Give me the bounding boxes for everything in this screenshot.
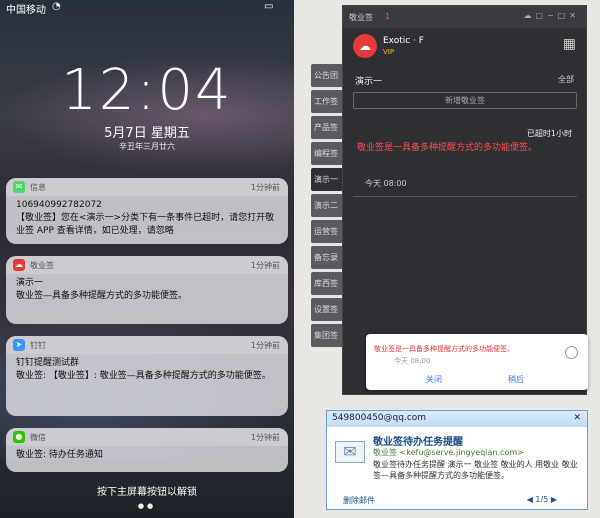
close-icon[interactable]: ✕ <box>573 413 581 423</box>
messages-icon: ✉ <box>13 181 25 193</box>
unlock-hint: 按下主屏幕按钮以解锁 <box>97 487 197 498</box>
username: Exotic · F <box>383 36 424 46</box>
phone-lockscreen: 中国移动 ◔ ▭ 12:04 5月7日 星期五 辛丑年三月廿六 ✉ 信息 1分钟前 … <box>0 0 294 518</box>
done-checkbox[interactable] <box>565 346 578 359</box>
calendar-icon[interactable]: ▦ <box>563 36 576 52</box>
sidebar-item[interactable]: 集团签 <box>311 324 343 347</box>
popup-time: 今天 08:00 <box>394 357 431 365</box>
dingtalk-icon: ➤ <box>13 339 25 351</box>
close-button[interactable]: 关闭 <box>426 374 442 385</box>
envelope-icon: ✉ <box>335 441 365 463</box>
lock-lunar-date: 辛丑年三月廿六 <box>119 142 175 151</box>
popup-text: 敬业签是一具备多种提醒方式的多功能便签。 <box>374 345 514 353</box>
category-title: 演示一 <box>355 77 383 87</box>
notification-title: 106940992782072 <box>16 200 102 210</box>
filter-dropdown[interactable]: 全部 <box>558 74 574 85</box>
sidebar-item[interactable]: 设置签 <box>311 298 343 321</box>
mail-notification: 549800450@qq.com ✕ ✉ 敬业签待办任务提醒 敬业签 <kefu@… <box>326 410 588 510</box>
wechat-icon: ● <box>13 431 25 443</box>
category-sidebar: 公告团 工作签 产品签 编程签 演示一 演示二 运营签 备忘录 库西签 设置签 … <box>311 64 343 347</box>
wifi-icon: ◔ <box>52 1 61 12</box>
new-note-button[interactable]: 新增敬业签 <box>353 92 577 109</box>
window-titlebar: 敬业签 1 ☁▢−□✕ <box>343 6 586 28</box>
sidebar-item[interactable]: 库西签 <box>311 272 343 295</box>
divider <box>353 196 577 197</box>
sidebar-item[interactable]: 编程签 <box>311 142 343 165</box>
notification-wechat[interactable]: ● 微信 1分钟前 敬业签: 待办任务通知 <box>6 428 288 472</box>
sidebar-item[interactable]: 工作签 <box>311 90 343 113</box>
notification-text: 敬业签: 待办任务通知 <box>16 450 103 460</box>
mail-account: 549800450@qq.com <box>332 413 427 423</box>
notification-title: 演示一 <box>16 278 44 288</box>
battery-icon: ▭ <box>264 1 274 12</box>
later-button[interactable]: 稍后 <box>508 374 524 385</box>
notification-text: 敬业签—具备多种提醒方式的多功能便签。 <box>16 291 188 301</box>
mail-body: 敬业签待办任务提醒 演示一 敬业签 敬业的人 用敬业 敬业签—具备多种提醒方式的… <box>373 460 578 480</box>
jingyeqian-icon: ☁ <box>13 259 25 271</box>
mail-pagination[interactable]: ◀ 1/5 ▶ <box>527 495 557 504</box>
notification-title: 钉钉提醒测试群 <box>16 358 80 368</box>
lock-clock: 12:04 <box>61 58 233 123</box>
window-controls[interactable]: ☁▢−□✕ <box>523 11 580 20</box>
sidebar-item[interactable]: 备忘录 <box>311 246 343 269</box>
sidebar-item[interactable]: 公告团 <box>311 64 343 87</box>
app-title: 敬业签 <box>349 13 373 22</box>
notification-messages[interactable]: ✉ 信息 1分钟前 106940992782072 【敬业签】您在<演示一>分类下有一… <box>6 178 288 244</box>
note-time: 今天 08:00 <box>365 179 407 188</box>
delete-mail-link[interactable]: 删除邮件 <box>343 495 375 506</box>
notification-text: 【敬业签】您在<演示一>分类下有一条事件已超时，请您打开敬业签 APP 查看详情… <box>16 213 275 236</box>
sidebar-item[interactable]: 产品签 <box>311 116 343 139</box>
carrier-label: 中国移动 <box>6 5 46 16</box>
sidebar-item-active[interactable]: 演示一 <box>311 168 343 191</box>
lock-date: 5月7日 星期五 <box>104 126 190 141</box>
note-text[interactable]: 敬业签是一具备多种提醒方式的多功能便签。 <box>357 142 567 155</box>
sidebar-item[interactable]: 运营签 <box>311 220 343 243</box>
mail-sender: 敬业签 <kefu@serve.jingyeqian.com> <box>373 448 524 457</box>
sidebar-item[interactable]: 演示二 <box>311 194 343 217</box>
notification-dingtalk[interactable]: ➤ 钉钉 1分钟前 钉钉提醒测试群 敬业签: 【敬业签】: 敬业签—具备多种提醒方式的… <box>6 336 288 416</box>
notification-jingyeqian[interactable]: ☁ 敬业签 1分钟前 演示一 敬业签—具备多种提醒方式的多功能便签。 <box>6 256 288 324</box>
status-bar: 中国移动 ◔ ▭ <box>0 0 294 16</box>
page-dots: ●● <box>137 502 157 510</box>
avatar[interactable]: ☁ <box>353 34 377 58</box>
mail-subject[interactable]: 敬业签待办任务提醒 <box>373 433 463 448</box>
overdue-label: 已超时1小时 <box>526 129 572 138</box>
notification-badge: 1 <box>385 12 391 21</box>
notification-text: 敬业签: 【敬业签】: 敬业签—具备多种提醒方式的多功能便签。 <box>16 371 271 381</box>
vip-badge: VIP <box>383 48 395 56</box>
reminder-popup: 敬业签是一具备多种提醒方式的多功能便签。 今天 08:00 关闭 稍后 <box>366 334 588 390</box>
